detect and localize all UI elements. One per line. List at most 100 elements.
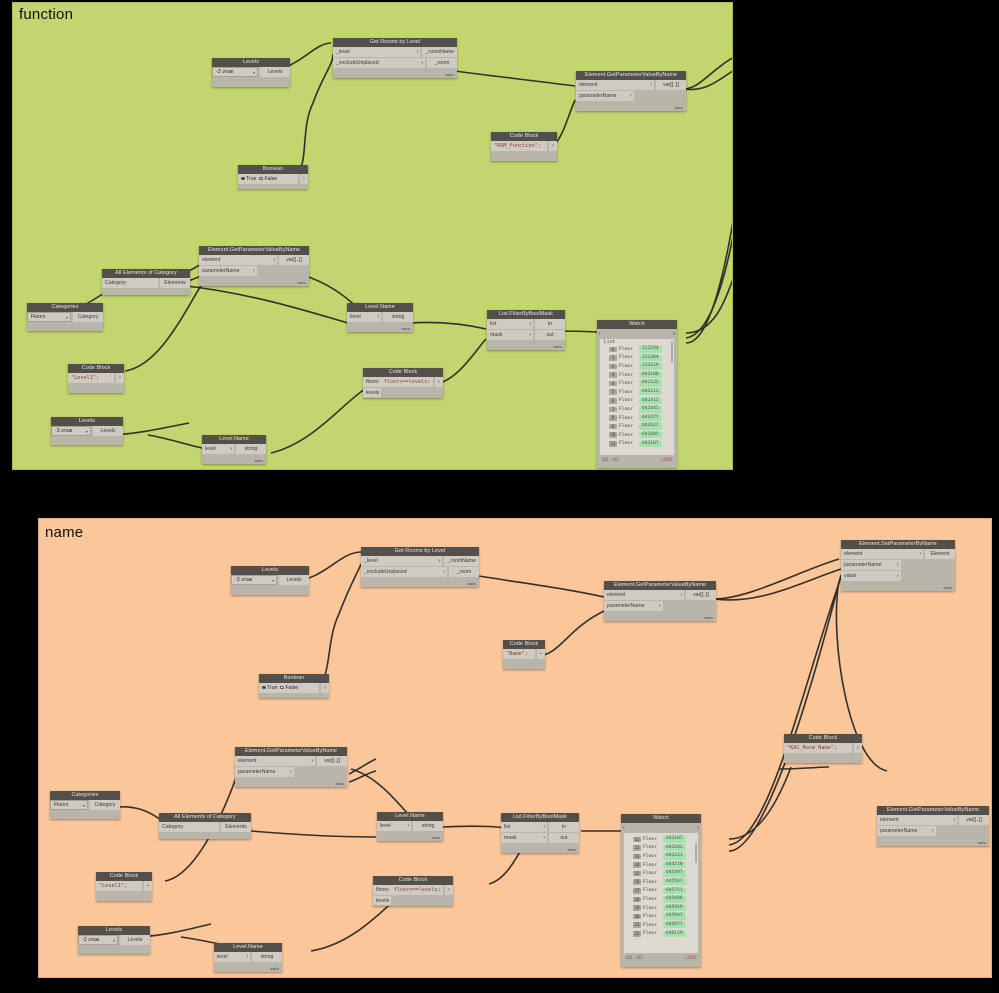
port-in-element[interactable]: element › [841, 549, 923, 559]
node-levels-bottom[interactable]: Levels -3 этаж ▾ Levels [78, 926, 150, 954]
boolean-radio-group[interactable]: True False [259, 683, 319, 693]
node-level-name-upper[interactable]: Level.Name level › string auto [347, 303, 413, 332]
port-in-category[interactable]: Category [159, 822, 219, 832]
watch-list-item[interactable]: 18 Floor 645886 [624, 895, 698, 904]
port-out-in[interactable]: in [549, 822, 579, 832]
port-in-mask[interactable]: mask › [501, 833, 547, 843]
boolean-false-option[interactable]: False [280, 685, 298, 691]
watch-list-item[interactable]: 0 Floor 211294 [600, 345, 674, 354]
boolean-radio-group[interactable]: True False [238, 174, 298, 184]
watch-in-port[interactable]: › [599, 331, 601, 337]
group-function[interactable]: function Levels -3 этаж ▾ Levels Get Roo… [12, 2, 733, 470]
port-in-level[interactable]: _level › [361, 556, 443, 566]
code-block-kac-name-output-port[interactable]: › [854, 743, 862, 753]
port-out-string[interactable]: string [252, 952, 282, 962]
node-element-getparametervaluebyname-mid[interactable]: Element.GetParameterValueByName element … [199, 246, 309, 286]
port-in-element[interactable]: element › [235, 756, 315, 766]
levels-output-port[interactable]: Levels [260, 67, 290, 77]
node-categories[interactable]: Categories Floors ▾ Category [50, 791, 120, 819]
node-levels-bottom[interactable]: Levels -3 этаж ▾ Levels [51, 417, 123, 445]
port-out-string[interactable]: string [236, 444, 266, 454]
port-out-out[interactable]: out [549, 833, 579, 843]
port-in-level[interactable]: level › [347, 312, 381, 322]
port-out-elements[interactable]: Elements [221, 822, 251, 832]
node-level-name-lower[interactable]: Level.Name level › string auto [202, 435, 266, 464]
boolean-output-port[interactable]: › [300, 174, 308, 184]
watch-function-scrollbar[interactable] [670, 341, 673, 363]
port-in-excludeunplaced[interactable]: _excludeUnplaced › [333, 58, 425, 68]
port-in-list[interactable]: list › [487, 319, 533, 329]
port-in-category[interactable]: Category [102, 278, 158, 288]
watch-name-scrollbar[interactable] [694, 843, 697, 863]
watch-list-item[interactable]: 20 Floor 645947 [624, 912, 698, 921]
node-code-block-name[interactable]: Code Block "Name"; › [503, 640, 545, 669]
code-block-name-code[interactable]: "Name"; [503, 649, 535, 659]
node-element-setparameterbyname[interactable]: Element.SetParameterByName element › Ele… [841, 540, 955, 591]
watch-function-list[interactable]: List 0 Floor 211294 1 Floor 211304 2 Floor 21312… [600, 339, 674, 455]
port-in-parametername[interactable]: parameterName › [877, 826, 936, 836]
port-out-var[interactable]: var[]..[] [959, 815, 989, 825]
watch-list-item[interactable]: 9 Floor 642627 [600, 422, 674, 431]
port-in-level[interactable]: level › [214, 952, 250, 962]
port-in-parametername[interactable]: parameterName › [199, 266, 257, 276]
watch-list-item[interactable]: 11 Floor 643107 [624, 835, 698, 844]
node-categories[interactable]: Categories Floors ▾ Category [27, 303, 103, 331]
port-in-parametername[interactable]: parameterName › [841, 560, 901, 570]
port-in-level[interactable]: _level › [333, 47, 421, 57]
port-out-var[interactable]: var[]..[] [279, 255, 309, 265]
cb-floors-levels-output-port[interactable]: › [435, 377, 443, 387]
categories-dropdown[interactable]: Floors ▾ [27, 312, 71, 322]
watch-list-item[interactable]: 12 Floor 643202 [624, 844, 698, 853]
code-block-kac-room-name-code[interactable]: "KAC_Room Name"; [784, 743, 852, 753]
port-out-room[interactable]: _room [449, 567, 479, 577]
watch-list-item[interactable]: 8 Floor 642477 [600, 414, 674, 423]
port-in-list[interactable]: list › [501, 822, 547, 832]
code-block-level1-code[interactable]: "Level1"; [96, 881, 142, 891]
node-element-getparametervaluebyname-mid[interactable]: Element.GetParameterValueByName element … [235, 747, 347, 787]
cb-floors-levels-output-port[interactable]: › [445, 885, 453, 895]
code-block-floors-levels-code[interactable]: floors==levels; [380, 377, 433, 387]
cb-input-levels[interactable]: levels [373, 896, 392, 905]
watch-function-topbar[interactable]: › › [597, 329, 677, 338]
code-block-level1-output-port[interactable]: › [144, 881, 152, 891]
port-in-value[interactable]: value › [841, 571, 901, 581]
levels-bottom-output-port[interactable]: Levels [93, 426, 123, 436]
port-in-mask[interactable]: mask › [487, 330, 533, 340]
watch-list-item[interactable]: 14 Floor 644218 [624, 861, 698, 870]
watch-list-item[interactable]: 6 Floor 642412 [600, 397, 674, 406]
watch-name-topbar[interactable]: › › [621, 823, 701, 832]
port-out-out[interactable]: out [535, 330, 565, 340]
port-in-element[interactable]: element › [199, 255, 277, 265]
node-levels[interactable]: Levels -3 этаж ▾ Levels [212, 58, 290, 87]
code-block-rom-function-code[interactable]: "ROM_Function"; [491, 141, 547, 151]
group-name[interactable]: name Levels -3 этаж ▾ Levels Get Rooms b… [38, 518, 992, 978]
cb-input-levels[interactable]: levels [363, 388, 382, 397]
code-block-rom-output-port[interactable]: › [549, 141, 557, 151]
node-list-filterbyboolmask[interactable]: List.FilterByBoolMask list › in mask › o… [501, 813, 579, 853]
node-all-elements-of-category[interactable]: All Elements of Category Category Elemen… [102, 269, 190, 295]
watch-list-item[interactable]: 2 Floor 213129 [600, 362, 674, 371]
node-get-rooms-by-level[interactable]: Get Rooms by Level _level › _roomName _e… [333, 38, 457, 78]
boolean-false-option[interactable]: False [259, 176, 277, 182]
port-out-element[interactable]: Element [925, 549, 955, 559]
code-block-level1-code[interactable]: "Level1"; [68, 373, 114, 383]
node-element-getparametervaluebyname-top[interactable]: Element.GetParameterValueByName element … [576, 71, 686, 111]
node-level-name-lower[interactable]: Level.Name level › string auto [214, 943, 282, 972]
watch-name-list[interactable]: 11 Floor 643107 12 Floor 643202 13 Floor 643321 1… [624, 833, 698, 953]
watch-out-port[interactable]: › [697, 825, 699, 831]
port-in-element[interactable]: element › [877, 815, 957, 825]
categories-dropdown[interactable]: Floors ▾ [50, 800, 88, 810]
node-code-block-level1[interactable]: Code Block "Level1"; › [68, 364, 124, 393]
watch-list-item[interactable]: 22 Floor 646159 [624, 930, 698, 939]
code-block-floors-levels-code[interactable]: floors==levels; [390, 885, 443, 895]
port-in-level[interactable]: level › [202, 444, 234, 454]
watch-list-item[interactable]: 21 Floor 645977 [624, 921, 698, 930]
port-out-roomname[interactable]: _roomName [444, 556, 479, 566]
node-boolean[interactable]: Boolean True False › [238, 165, 308, 189]
node-get-rooms-by-level[interactable]: Get Rooms by Level _level › _roomName _e… [361, 547, 479, 587]
port-in-element[interactable]: element › [604, 590, 684, 600]
levels-dropdown[interactable]: -3 этаж ▾ [231, 575, 277, 585]
port-out-room[interactable]: _room [427, 58, 457, 68]
node-code-block-floors-levels[interactable]: Code Block floors floors==levels; › leve… [373, 876, 453, 906]
node-list-filterbyboolmask[interactable]: List.FilterByBoolMask list › in mask › o… [487, 310, 565, 350]
